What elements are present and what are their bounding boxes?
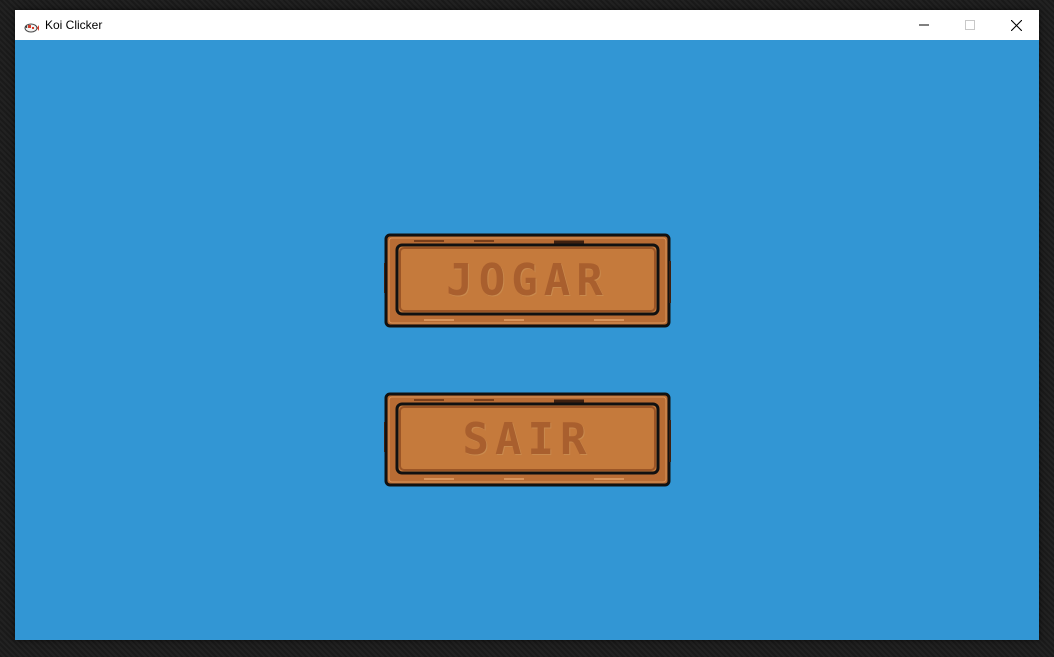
wooden-plank-graphic	[384, 233, 671, 328]
app-window: Koi Clicker JOGAR SAIR	[15, 10, 1039, 640]
wooden-plank-graphic	[384, 392, 671, 487]
window-controls	[901, 10, 1039, 40]
close-icon	[1010, 19, 1022, 31]
quit-button[interactable]: SAIR	[384, 392, 671, 487]
maximize-icon	[965, 20, 975, 30]
minimize-button[interactable]	[901, 10, 947, 40]
window-title: Koi Clicker	[45, 18, 103, 32]
play-button[interactable]: JOGAR	[384, 233, 671, 328]
desktop-background: Koi Clicker JOGAR SAIR	[0, 0, 1054, 657]
close-button[interactable]	[993, 10, 1039, 40]
maximize-button[interactable]	[947, 10, 993, 40]
title-bar[interactable]: Koi Clicker	[15, 10, 1039, 40]
game-canvas: JOGAR SAIR	[15, 40, 1039, 640]
minimize-icon	[919, 24, 929, 26]
koi-fish-icon	[23, 19, 39, 33]
